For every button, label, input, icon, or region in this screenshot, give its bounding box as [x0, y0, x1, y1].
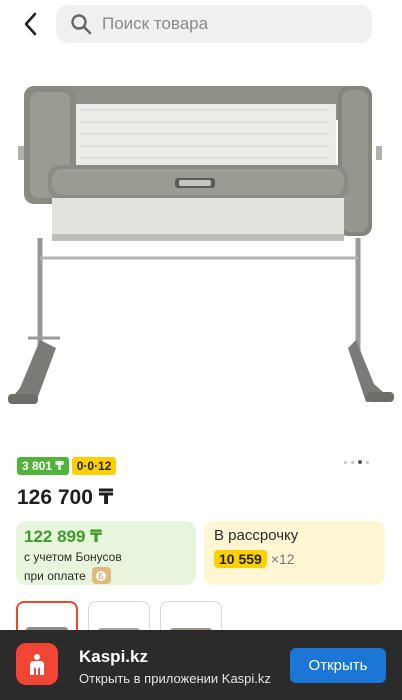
- bonus-caption-text: при оплате: [24, 568, 86, 583]
- installment-card[interactable]: В рассрочку 10 559 ×12: [204, 521, 385, 585]
- gallery-indicator: [344, 460, 369, 464]
- app-description: Открыть в приложении Kaspi.kz: [79, 671, 271, 686]
- gallery-dot: [344, 460, 347, 464]
- back-arrow-icon[interactable]: [23, 12, 37, 36]
- installment-badge: 0·0·12: [71, 457, 117, 475]
- search-icon: [70, 13, 92, 35]
- bonus-caption-2: при оплате Б: [24, 567, 188, 584]
- product-image[interactable]: [0, 58, 402, 438]
- gallery-dot: [366, 460, 369, 464]
- back-button[interactable]: [16, 10, 44, 38]
- app-banner: Kaspi.kz Открыть в приложении Kaspi.kz О…: [0, 630, 402, 700]
- bonus-caption: с учетом Бонусов: [24, 550, 122, 564]
- kaspi-logo-icon: [16, 643, 58, 685]
- open-app-button[interactable]: Открыть: [290, 648, 386, 683]
- search-input[interactable]: [102, 14, 342, 34]
- installment-row: 10 559 ×12: [214, 550, 375, 568]
- bonus-price: 122 899 ₸: [24, 527, 103, 546]
- bonus-price-card[interactable]: 122 899 ₸ с учетом Бонусов при оплате Б: [16, 521, 196, 585]
- header: [0, 0, 402, 48]
- product-price: 126 700 ₸: [17, 486, 114, 509]
- installment-title: В рассрочку: [214, 527, 299, 544]
- gallery-dot-active: [358, 460, 362, 464]
- svg-text:Б: Б: [99, 572, 104, 581]
- badges: 3 801 ₸ 0·0·12: [17, 457, 117, 475]
- gallery-dot: [351, 460, 354, 464]
- installment-term: ×12: [270, 551, 295, 567]
- search-bar[interactable]: [56, 5, 372, 43]
- installment-amount: 10 559: [214, 550, 267, 568]
- app-name: Kaspi.kz: [79, 647, 148, 666]
- bonus-badge: 3 801 ₸: [17, 457, 69, 475]
- bonus-icon: Б: [91, 567, 111, 584]
